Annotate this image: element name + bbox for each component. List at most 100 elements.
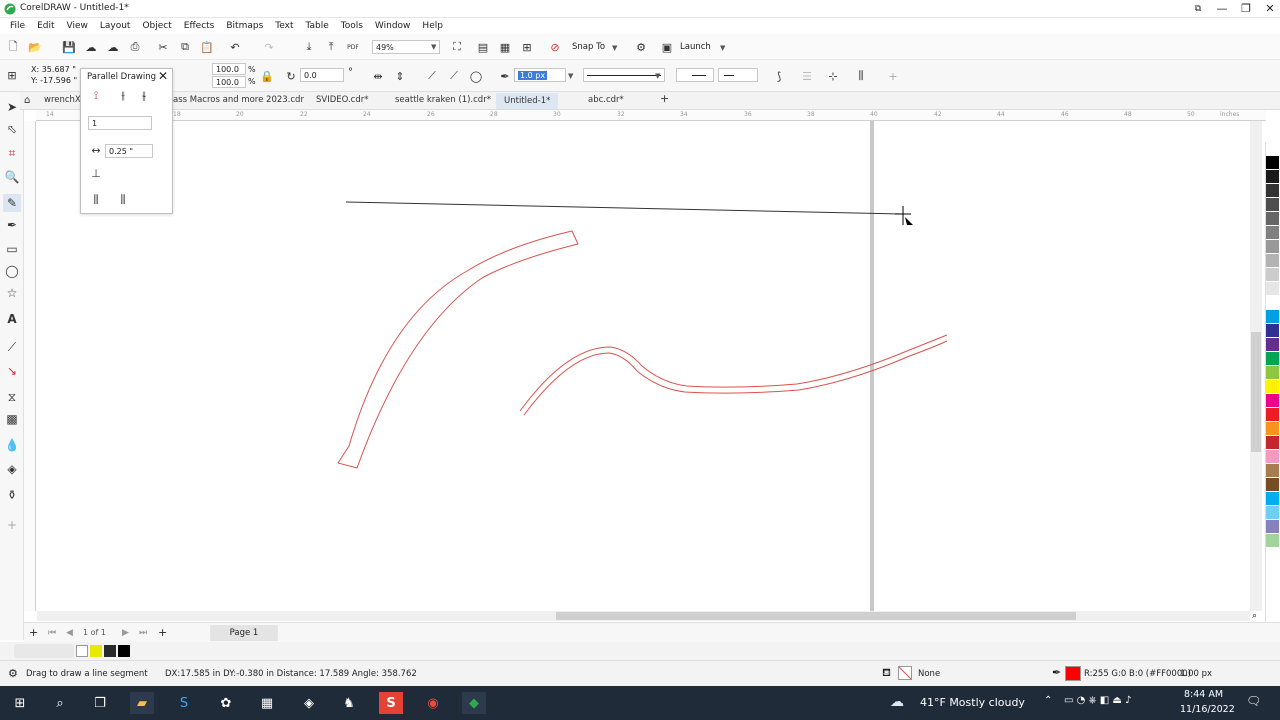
- palette-swatch[interactable]: [1266, 268, 1279, 282]
- full-screen-icon[interactable]: ⛶: [448, 38, 466, 56]
- palette-swatch[interactable]: [1266, 170, 1279, 184]
- home-icon[interactable]: ⌂: [24, 95, 30, 106]
- palette-swatch[interactable]: [1266, 282, 1279, 296]
- palette-swatch[interactable]: [1266, 226, 1279, 240]
- polygon-tool-icon[interactable]: ☆: [3, 284, 21, 302]
- launch-app-icon[interactable]: ▣: [658, 38, 676, 56]
- no-color-swatch[interactable]: [76, 645, 88, 657]
- palette-swatch[interactable]: [1266, 366, 1279, 380]
- menu-bitmaps[interactable]: Bitmaps: [220, 18, 269, 34]
- new-document-icon[interactable]: 🗋: [4, 38, 22, 56]
- horizontal-scroll-thumb[interactable]: [556, 612, 1076, 620]
- crop-tool-icon[interactable]: ⌗: [3, 144, 21, 162]
- horizontal-ruler[interactable]: 14 16 18 20 22 24 26 28 30 32 34 36 38 4…: [36, 110, 1266, 121]
- palette-swatch[interactable]: [1266, 506, 1279, 520]
- palette-swatch[interactable]: [1266, 338, 1279, 352]
- show-grid-icon[interactable]: ▦: [496, 38, 514, 56]
- dark-swatch[interactable]: [104, 645, 116, 657]
- tab-abc[interactable]: abc.cdr*: [588, 95, 624, 105]
- y-coordinate[interactable]: Y: -17.596 ": [31, 76, 77, 85]
- outline-color-swatch[interactable]: [1065, 666, 1081, 681]
- menu-view[interactable]: View: [61, 18, 94, 34]
- parallel-double-icon[interactable]: ⫳: [135, 87, 153, 105]
- freehand-tool-icon[interactable]: ✎: [3, 194, 21, 212]
- lock-ratio-icon[interactable]: 🔒: [258, 67, 276, 85]
- weather-text[interactable]: 41°F Mostly cloudy: [920, 696, 1025, 709]
- export-pdf-icon[interactable]: PDF: [344, 38, 362, 56]
- pick-tool-icon[interactable]: ➤: [3, 98, 21, 116]
- launch-dropdown-icon[interactable]: ▼: [720, 44, 725, 52]
- first-page-icon[interactable]: ⏮: [48, 628, 56, 638]
- palette-swatch[interactable]: [1266, 184, 1279, 198]
- rotate-icon[interactable]: ↻: [282, 67, 300, 85]
- end-arrow-selector[interactable]: [718, 68, 758, 82]
- prev-page-icon[interactable]: ◀: [66, 628, 73, 638]
- palette-swatch[interactable]: [1266, 240, 1279, 254]
- paste-icon[interactable]: 📋: [198, 38, 216, 56]
- palette-swatch[interactable]: [1266, 310, 1279, 324]
- x-coordinate[interactable]: X: 35.687 ": [31, 65, 76, 74]
- import-icon[interactable]: ⤓: [300, 38, 318, 56]
- curve-swoosh[interactable]: [337, 230, 579, 469]
- menu-help[interactable]: Help: [416, 18, 449, 34]
- add-toolbar-icon[interactable]: +: [884, 67, 902, 85]
- palette-swatch[interactable]: [1266, 142, 1279, 156]
- distance-ruler-icon[interactable]: ⊥: [87, 164, 105, 182]
- tray-chevron-icon[interactable]: ⌃: [1044, 695, 1052, 706]
- maximize-button[interactable]: ❐: [1234, 0, 1258, 18]
- menu-table[interactable]: Table: [299, 18, 334, 34]
- cloud-download-icon[interactable]: ☁: [104, 38, 122, 56]
- palette-swatch[interactable]: [1266, 520, 1279, 534]
- freehand-mode-icon[interactable]: ⟋: [423, 67, 441, 85]
- app-icon[interactable]: ✿: [214, 692, 238, 714]
- smart-fill-icon[interactable]: ⚱: [3, 486, 21, 504]
- search-icon[interactable]: ⌕: [48, 692, 72, 714]
- export-icon[interactable]: ⤒: [322, 38, 340, 56]
- redo-icon[interactable]: ↷: [260, 38, 278, 56]
- palette-swatch[interactable]: [1266, 534, 1279, 548]
- menu-window[interactable]: Window: [369, 18, 417, 34]
- minimize-button[interactable]: —: [1210, 0, 1234, 18]
- snap-to-button[interactable]: Snap To: [572, 42, 605, 52]
- pen-outline-icon[interactable]: ✒: [496, 67, 514, 85]
- snap-off-icon[interactable]: ⊘: [546, 38, 564, 56]
- zoom-dropdown-icon[interactable]: ▼: [431, 43, 436, 51]
- yellow-swatch[interactable]: [90, 645, 102, 657]
- menu-text[interactable]: Text: [269, 18, 299, 34]
- last-page-icon[interactable]: ⏭: [139, 628, 147, 638]
- start-arrow-selector[interactable]: [676, 68, 714, 82]
- snap-dropdown-icon[interactable]: ▼: [612, 44, 617, 52]
- settings-gear-icon[interactable]: ⚙: [8, 667, 18, 680]
- scale-height-field[interactable]: 100.0: [212, 76, 246, 88]
- tab-svideo[interactable]: SVIDEO.cdr*: [316, 95, 369, 105]
- palette-swatch[interactable]: [1266, 296, 1279, 310]
- print-icon[interactable]: ⎙: [126, 38, 144, 56]
- menu-tools[interactable]: Tools: [335, 18, 369, 34]
- black-swatch[interactable]: [118, 645, 130, 657]
- ellipse-tool-icon[interactable]: ◯: [3, 262, 21, 280]
- palette-swatch[interactable]: [1266, 212, 1279, 226]
- polyline-mode-icon[interactable]: ⟋: [445, 67, 463, 85]
- mirror-vertical-icon[interactable]: ⇕: [391, 67, 409, 85]
- line-count-field[interactable]: 1: [88, 116, 152, 130]
- calculator-icon[interactable]: ▦: [255, 692, 279, 714]
- menu-edit[interactable]: Edit: [31, 18, 60, 34]
- palette-tools[interactable]: [14, 644, 74, 658]
- app-vector-icon[interactable]: ◈: [297, 692, 321, 714]
- outline-width-dropdown-icon[interactable]: ▼: [568, 72, 573, 80]
- zoom-tool-icon[interactable]: 🔍: [3, 168, 21, 186]
- interactive-fill-icon[interactable]: ◈: [3, 460, 21, 478]
- show-guidelines-icon[interactable]: ⊞: [518, 38, 536, 56]
- blend-tool-icon[interactable]: ⧖: [3, 388, 21, 406]
- undo-icon[interactable]: ↶: [226, 38, 244, 56]
- app-chess-icon[interactable]: ♞: [337, 692, 361, 714]
- zoom-level-field[interactable]: 49%: [372, 40, 440, 54]
- text-wrap-icon[interactable]: ☰: [798, 67, 816, 85]
- launch-button[interactable]: Launch: [680, 42, 711, 52]
- cloud-upload-icon[interactable]: ☁: [82, 38, 100, 56]
- bounding-box-icon[interactable]: ⊹: [824, 67, 842, 85]
- next-page-icon[interactable]: ▶: [122, 628, 129, 638]
- palette-swatch[interactable]: [1266, 380, 1279, 394]
- new-tab-icon[interactable]: +: [660, 92, 669, 105]
- shape-tool-icon[interactable]: ⬁: [3, 120, 21, 138]
